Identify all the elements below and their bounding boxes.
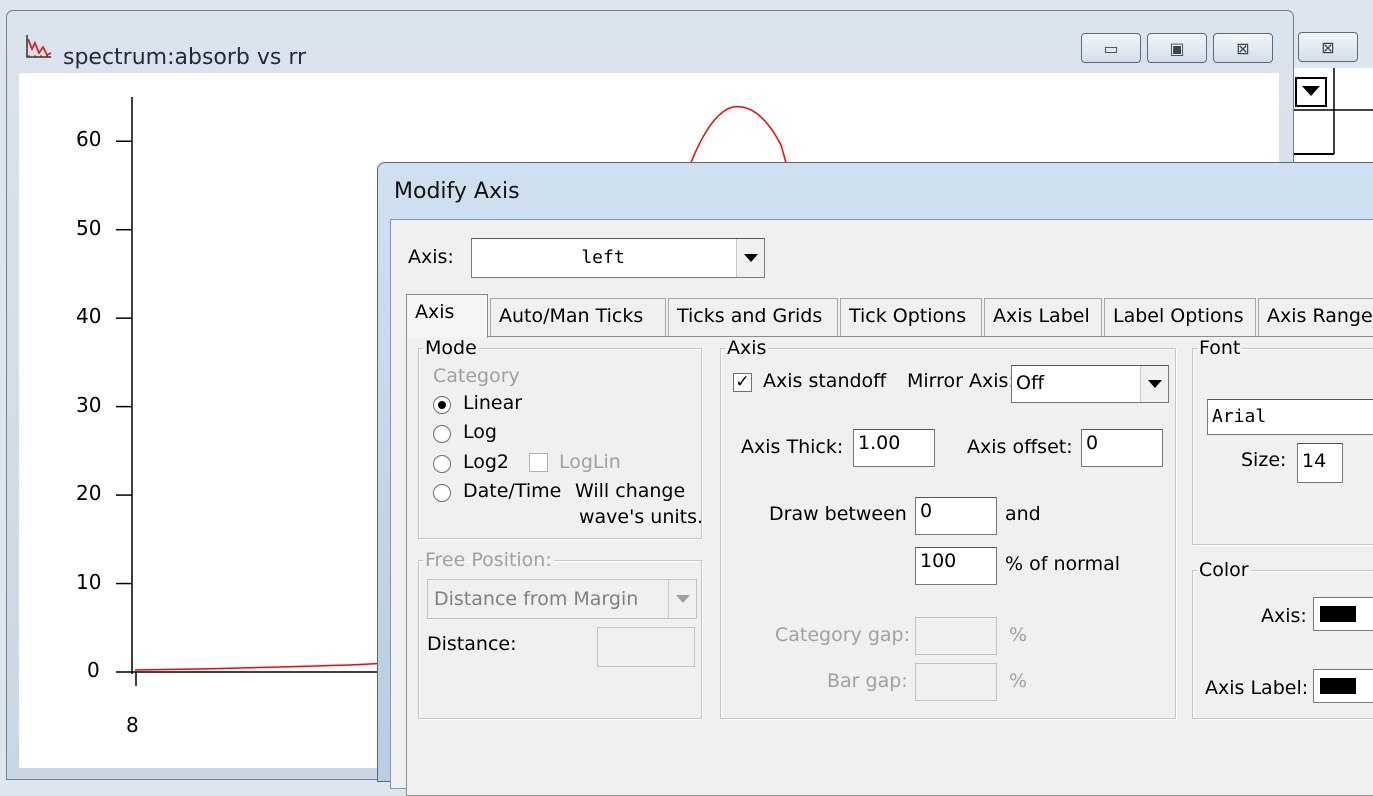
axis-color-picker[interactable] xyxy=(1313,597,1373,631)
tab-auto-man-ticks[interactable]: Auto/Man Ticks xyxy=(490,298,666,336)
axis-offset-label: Axis offset: xyxy=(967,436,1073,458)
font-size-label: Size: xyxy=(1241,449,1287,471)
datetime-note-line2: wave's units. xyxy=(579,506,704,528)
window-title: spectrum:absorb vs rr xyxy=(63,45,307,70)
y-tick-label: 30 xyxy=(76,392,102,417)
tab-label-options[interactable]: Label Options xyxy=(1104,298,1256,336)
mirror-axis-label: Mirror Axis: xyxy=(907,370,1015,392)
free-position-select[interactable]: Distance from Margin xyxy=(427,579,697,619)
close-icon: ⊠ xyxy=(1321,37,1335,57)
close-button[interactable]: ⊠ xyxy=(1213,33,1273,63)
bar-gap-percent: % xyxy=(1009,670,1028,692)
axis-group-legend: Axis xyxy=(727,337,767,359)
category-gap-percent: % xyxy=(1009,624,1028,646)
y-tick-label: 0 xyxy=(87,658,100,682)
mirror-axis-value: Off xyxy=(1016,372,1045,394)
y-tick-label: 10 xyxy=(76,569,102,594)
axis-standoff-label[interactable]: Axis standoff xyxy=(763,370,886,392)
color-legend: Color xyxy=(1199,559,1249,581)
axis-standoff-checkbox[interactable]: ✓ xyxy=(733,373,752,392)
log-label[interactable]: Log xyxy=(463,421,497,443)
axis-select[interactable]: left xyxy=(471,238,765,278)
draw-to-input[interactable]: 100 xyxy=(915,547,997,585)
and-label: and xyxy=(1005,503,1041,525)
font-group: Font Arial Size: 14 xyxy=(1192,337,1373,545)
y-tick-label: 20 xyxy=(76,481,102,506)
axis-thick-label: Axis Thick: xyxy=(741,436,844,458)
free-position-select-value: Distance from Margin xyxy=(434,588,639,610)
draw-from-input[interactable]: 0 xyxy=(915,497,997,535)
color-group: Color Axis: Axis Label: xyxy=(1192,559,1373,719)
font-legend: Font xyxy=(1199,337,1241,359)
mode-legend: Mode xyxy=(425,337,477,359)
modify-axis-dialog: Modify Axis Axis: left Axis Auto/Man Tic… xyxy=(377,162,1373,796)
minimize-icon: ▭ xyxy=(1103,38,1119,58)
tab-ticks-and-grids[interactable]: Ticks and Grids xyxy=(668,298,838,336)
y-tick-label: 50 xyxy=(76,215,102,240)
category-gap-input[interactable] xyxy=(915,617,997,655)
font-select[interactable]: Arial xyxy=(1207,399,1373,435)
graph-icon xyxy=(26,35,52,58)
dialog-body: Axis: left Axis Auto/Man Ticks Ticks and… xyxy=(390,219,1373,796)
linear-radio[interactable] xyxy=(433,396,451,414)
axis-label-color-picker[interactable] xyxy=(1313,669,1373,703)
loglin-checkbox[interactable] xyxy=(529,453,548,472)
axis-select-value: left xyxy=(581,247,625,268)
free-position-legend: Free Position: xyxy=(425,549,552,571)
dialog-title: Modify Axis xyxy=(394,179,520,204)
x-tick-label: 8 xyxy=(126,713,139,737)
close-icon: ⊠ xyxy=(1236,38,1250,58)
chevron-down-icon[interactable] xyxy=(1140,366,1168,402)
axis-label-color-label: Axis Label: xyxy=(1205,677,1309,699)
side-panel xyxy=(1294,68,1373,165)
side-close-button[interactable]: ⊠ xyxy=(1298,32,1358,62)
chevron-down-icon[interactable] xyxy=(736,239,764,277)
category-gap-label: Category gap: xyxy=(775,624,910,646)
tab-axis-label[interactable]: Axis Label xyxy=(984,298,1102,336)
tab-axis-range[interactable]: Axis Range xyxy=(1258,298,1373,336)
datetime-label[interactable]: Date/Time xyxy=(463,480,561,502)
axis-offset-input[interactable]: 0 xyxy=(1081,429,1163,467)
axis-select-label: Axis: xyxy=(408,246,454,268)
distance-label: Distance: xyxy=(427,633,517,655)
side-table-grid xyxy=(1294,68,1373,155)
restore-icon: ▣ xyxy=(1169,38,1185,58)
log-radio[interactable] xyxy=(433,425,451,443)
minimize-button[interactable]: ▭ xyxy=(1081,33,1141,63)
bar-gap-input[interactable] xyxy=(915,663,997,701)
axis-color-swatch xyxy=(1320,606,1356,622)
log2-radio[interactable] xyxy=(433,455,451,473)
series-line xyxy=(134,662,390,671)
y-tick-label: 60 xyxy=(76,127,102,152)
axis-group: Axis ✓ Axis standoff Mirror Axis: Off Ax… xyxy=(720,337,1176,719)
free-position-group: Free Position: Distance from Margin Dist… xyxy=(418,549,702,719)
tab-tick-options[interactable]: Tick Options xyxy=(840,298,982,336)
mode-group: Mode Category Linear Log Log2 LogLin Dat… xyxy=(418,337,704,539)
bar-gap-label: Bar gap: xyxy=(827,670,908,692)
draw-between-label: Draw between xyxy=(769,503,907,525)
linear-label[interactable]: Linear xyxy=(463,392,522,414)
datetime-radio[interactable] xyxy=(433,484,451,502)
category-option: Category xyxy=(433,365,520,387)
axis-label-color-swatch xyxy=(1320,678,1356,694)
datetime-note-line1: Will change xyxy=(575,480,686,502)
loglin-label: LogLin xyxy=(559,451,621,473)
axis-thick-input[interactable]: 1.00 xyxy=(853,429,935,467)
of-normal-label: % of normal xyxy=(1005,553,1121,575)
log2-label[interactable]: Log2 xyxy=(463,451,509,473)
axis-color-label: Axis: xyxy=(1261,605,1307,627)
chevron-down-icon[interactable] xyxy=(668,580,696,618)
restore-button[interactable]: ▣ xyxy=(1147,33,1207,63)
mirror-axis-select[interactable]: Off xyxy=(1011,365,1169,403)
y-tick-label: 40 xyxy=(76,304,102,329)
font-size-input[interactable]: 14 xyxy=(1297,443,1343,483)
tab-pane-axis: Mode Category Linear Log Log2 LogLin Dat… xyxy=(406,336,1373,796)
tab-axis[interactable]: Axis xyxy=(406,294,488,338)
distance-input[interactable] xyxy=(597,627,695,667)
